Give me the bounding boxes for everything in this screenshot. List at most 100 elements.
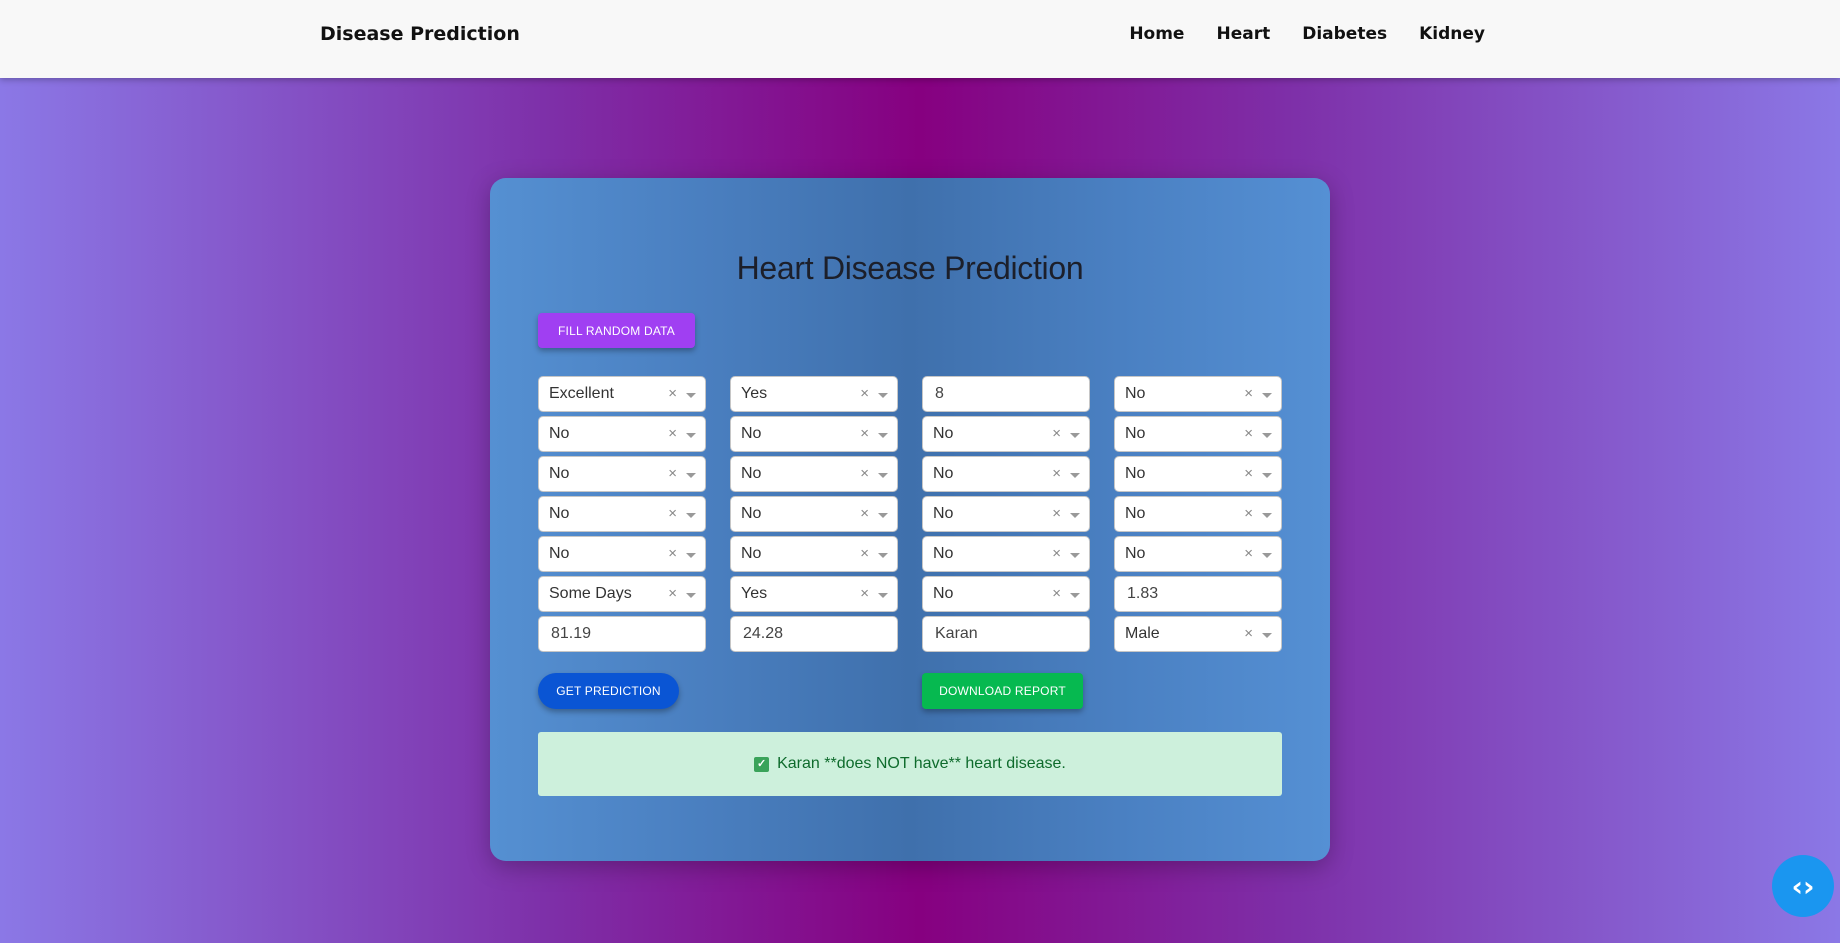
select-field[interactable]: Excellent × xyxy=(538,376,706,412)
select-field[interactable]: No × xyxy=(922,416,1090,452)
nav-link-home[interactable]: Home xyxy=(1129,24,1184,44)
clear-icon[interactable]: × xyxy=(1052,465,1061,482)
select-value: No xyxy=(549,425,570,442)
clear-icon[interactable]: × xyxy=(1244,385,1253,402)
form-grid: Excellent×Yes×No×No×No×No×No×No×No×No×No… xyxy=(538,376,1282,652)
download-report-button[interactable]: DOWNLOAD REPORT xyxy=(922,673,1083,709)
fill-random-data-button[interactable]: FILL RANDOM DATA xyxy=(538,313,695,348)
clear-icon[interactable]: × xyxy=(1052,505,1061,522)
input-field[interactable] xyxy=(922,376,1090,412)
chevron-down-icon[interactable] xyxy=(1070,593,1080,598)
text-input[interactable] xyxy=(539,617,705,651)
chevron-down-icon[interactable] xyxy=(1070,553,1080,558)
select-field[interactable]: No × xyxy=(922,536,1090,572)
select-field[interactable]: No × xyxy=(922,496,1090,532)
chevron-down-icon[interactable] xyxy=(878,393,888,398)
select-value: No xyxy=(1125,545,1146,562)
clear-icon[interactable]: × xyxy=(668,385,677,402)
chevron-down-icon[interactable] xyxy=(686,593,696,598)
clear-icon[interactable]: × xyxy=(668,545,677,562)
clear-icon[interactable]: × xyxy=(1244,425,1253,442)
chevron-down-icon[interactable] xyxy=(878,473,888,478)
select-field[interactable]: No × xyxy=(1114,416,1282,452)
select-value: No xyxy=(1125,385,1146,402)
chevron-down-icon[interactable] xyxy=(1262,473,1272,478)
select-field[interactable]: No × xyxy=(730,456,898,492)
chevron-down-icon[interactable] xyxy=(686,473,696,478)
brand-logo[interactable]: Disease Prediction xyxy=(320,23,520,45)
nav-link-kidney[interactable]: Kidney xyxy=(1419,24,1485,44)
select-field[interactable]: No × xyxy=(538,536,706,572)
nav-link-diabetes[interactable]: Diabetes xyxy=(1302,24,1387,44)
text-input[interactable] xyxy=(731,617,897,651)
select-field[interactable]: No × xyxy=(1114,496,1282,532)
chevron-down-icon[interactable] xyxy=(878,553,888,558)
chevron-down-icon[interactable] xyxy=(1262,513,1272,518)
select-field[interactable]: No × xyxy=(1114,376,1282,412)
clear-icon[interactable]: × xyxy=(860,465,869,482)
nav-link-heart[interactable]: Heart xyxy=(1216,24,1270,44)
code-toggle-button[interactable]: ‹› xyxy=(1772,855,1834,917)
clear-icon[interactable]: × xyxy=(1052,545,1061,562)
select-field[interactable]: No × xyxy=(730,496,898,532)
select-field[interactable]: Yes × xyxy=(730,576,898,612)
text-input[interactable] xyxy=(1115,577,1281,611)
chevron-down-icon[interactable] xyxy=(1070,433,1080,438)
text-input[interactable] xyxy=(923,377,1089,411)
select-field[interactable]: No × xyxy=(538,456,706,492)
clear-icon[interactable]: × xyxy=(668,465,677,482)
select-field[interactable]: Some Days × xyxy=(538,576,706,612)
select-value: Some Days xyxy=(549,585,632,602)
chevron-down-icon[interactable] xyxy=(1070,473,1080,478)
clear-icon[interactable]: × xyxy=(860,585,869,602)
clear-icon[interactable]: × xyxy=(1052,425,1061,442)
select-field[interactable]: No × xyxy=(1114,456,1282,492)
input-field[interactable] xyxy=(922,616,1090,652)
chevron-down-icon[interactable] xyxy=(878,433,888,438)
clear-icon[interactable]: × xyxy=(668,585,677,602)
chevron-down-icon[interactable] xyxy=(878,593,888,598)
select-field[interactable]: No × xyxy=(922,576,1090,612)
clear-icon[interactable]: × xyxy=(860,505,869,522)
chevron-down-icon[interactable] xyxy=(686,553,696,558)
select-value: Male xyxy=(1125,625,1160,642)
chevron-down-icon[interactable] xyxy=(1070,513,1080,518)
clear-icon[interactable]: × xyxy=(860,385,869,402)
select-field[interactable]: No × xyxy=(538,416,706,452)
select-value: No xyxy=(549,545,570,562)
select-field[interactable]: Yes × xyxy=(730,376,898,412)
chevron-down-icon[interactable] xyxy=(1262,433,1272,438)
chevron-down-icon[interactable] xyxy=(1262,633,1272,638)
select-field[interactable]: No × xyxy=(730,416,898,452)
chevron-down-icon[interactable] xyxy=(878,513,888,518)
select-field[interactable]: No × xyxy=(538,496,706,532)
clear-icon[interactable]: × xyxy=(1244,465,1253,482)
chevron-down-icon[interactable] xyxy=(1262,393,1272,398)
clear-icon[interactable]: × xyxy=(668,425,677,442)
select-value: No xyxy=(933,545,954,562)
chevron-down-icon[interactable] xyxy=(686,433,696,438)
nav-links: Home Heart Diabetes Kidney xyxy=(1129,24,1485,44)
select-field[interactable]: Male × xyxy=(1114,616,1282,652)
select-field[interactable]: No × xyxy=(1114,536,1282,572)
clear-icon[interactable]: × xyxy=(1244,625,1253,642)
result-banner: ✓ Karan **does NOT have** heart disease. xyxy=(538,732,1282,796)
select-value: Yes xyxy=(741,385,768,402)
select-field[interactable]: No × xyxy=(730,536,898,572)
input-field[interactable] xyxy=(538,616,706,652)
get-prediction-button[interactable]: GET PREDICTION xyxy=(538,673,679,709)
chevron-down-icon[interactable] xyxy=(686,393,696,398)
text-input[interactable] xyxy=(923,617,1089,651)
chevron-down-icon[interactable] xyxy=(1262,553,1272,558)
clear-icon[interactable]: × xyxy=(860,425,869,442)
clear-icon[interactable]: × xyxy=(1244,505,1253,522)
input-field[interactable] xyxy=(730,616,898,652)
clear-icon[interactable]: × xyxy=(1244,545,1253,562)
clear-icon[interactable]: × xyxy=(1052,585,1061,602)
chevron-down-icon[interactable] xyxy=(686,513,696,518)
select-field[interactable]: No × xyxy=(922,456,1090,492)
clear-icon[interactable]: × xyxy=(860,545,869,562)
clear-icon[interactable]: × xyxy=(668,505,677,522)
input-field[interactable] xyxy=(1114,576,1282,612)
prediction-card: Heart Disease Prediction FILL RANDOM DAT… xyxy=(490,178,1330,861)
